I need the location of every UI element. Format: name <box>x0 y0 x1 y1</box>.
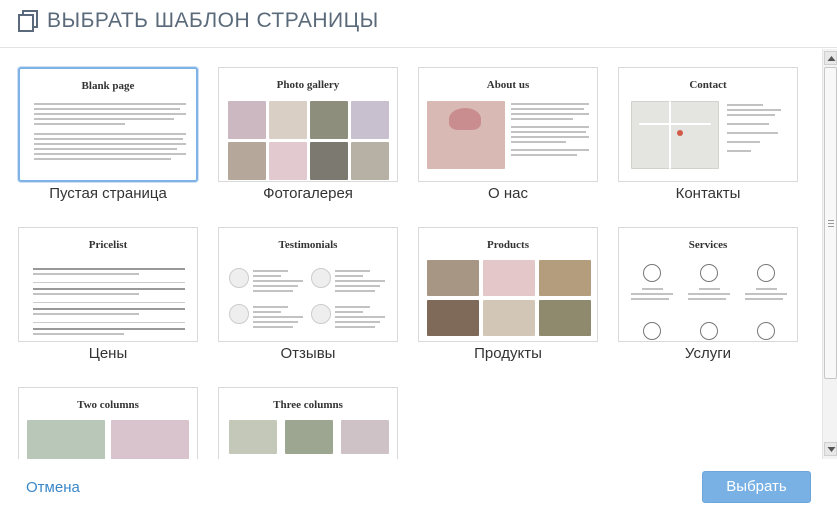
template-services[interactable]: Services Услуги <box>618 227 798 362</box>
photo-placeholder <box>341 420 389 454</box>
photo-placeholder <box>285 420 333 454</box>
template-grid: Blank page Пустая страница Photo gallery… <box>0 49 822 459</box>
photo-placeholder <box>228 142 266 180</box>
template-three-columns[interactable]: Three columns <box>218 387 398 459</box>
scrollbar-thumb[interactable] <box>824 67 837 379</box>
template-two-columns[interactable]: Two columns <box>18 387 198 459</box>
dialog-footer: Отмена Выбрать <box>0 459 837 519</box>
photo-placeholder <box>427 300 479 336</box>
template-contact[interactable]: Contact Контакты <box>618 67 798 202</box>
thumbnail-title: Photo gallery <box>276 79 340 91</box>
photo-placeholder <box>483 300 535 336</box>
template-label[interactable]: О нас <box>408 185 608 202</box>
photo-placeholder <box>27 420 105 459</box>
template-label[interactable]: Услуги <box>608 345 808 362</box>
template-thumbnail[interactable]: Two columns <box>18 387 198 459</box>
photo-placeholder <box>269 101 307 139</box>
template-thumbnail[interactable]: Products <box>418 227 598 342</box>
vertical-scrollbar[interactable] <box>822 49 837 459</box>
thumbnail-title: Testimonials <box>278 239 338 251</box>
photo-placeholder <box>351 101 389 139</box>
thumbnail-title: Pricelist <box>88 239 128 251</box>
template-about-us[interactable]: About us О нас <box>418 67 598 202</box>
photo-placeholder <box>310 142 348 180</box>
template-testimonials[interactable]: Testimonials Отзывы <box>218 227 398 362</box>
text-placeholder <box>511 103 589 159</box>
service-icon <box>700 264 718 282</box>
template-thumbnail[interactable]: Testimonials <box>218 227 398 342</box>
thumbnail-title: Two columns <box>77 399 139 411</box>
photo-placeholder <box>483 260 535 296</box>
map-pin-icon <box>677 130 683 136</box>
template-thumbnail[interactable]: Pricelist <box>18 227 198 342</box>
photo-placeholder <box>310 101 348 139</box>
dialog-header: ВЫБРАТЬ ШАБЛОН СТРАНИЦЫ <box>0 0 837 48</box>
photo-placeholder <box>449 108 481 130</box>
select-button[interactable]: Выбрать <box>702 471 811 503</box>
thumbnail-title: Three columns <box>273 399 343 411</box>
thumbnail-title: Blank page <box>81 80 135 92</box>
template-label[interactable]: Цены <box>8 345 208 362</box>
avatar <box>229 304 249 324</box>
template-label[interactable]: Продукты <box>408 345 608 362</box>
cancel-link[interactable]: Отмена <box>26 479 80 496</box>
photo-placeholder <box>427 260 479 296</box>
scroll-up-button[interactable] <box>824 51 837 65</box>
avatar <box>311 304 331 324</box>
template-pricelist[interactable]: Pricelist Цены <box>18 227 198 362</box>
template-photo-gallery[interactable]: Photo gallery Фотогалерея <box>218 67 398 202</box>
price-list-placeholder <box>33 268 185 338</box>
text-placeholder <box>34 103 186 163</box>
thumbnail-title: Products <box>487 239 529 251</box>
template-thumbnail[interactable]: Blank page <box>18 67 198 182</box>
service-icon <box>700 322 718 340</box>
arrow-down-icon <box>827 447 836 452</box>
photo-placeholder <box>269 142 307 180</box>
template-thumbnail[interactable]: About us <box>418 67 598 182</box>
thumbnail-title: Contact <box>689 79 727 91</box>
template-thumbnail[interactable]: Photo gallery <box>218 67 398 182</box>
photo-placeholder <box>539 300 591 336</box>
template-thumbnail[interactable]: Services <box>618 227 798 342</box>
service-icon <box>757 264 775 282</box>
photo-placeholder <box>539 260 591 296</box>
scroll-down-button[interactable] <box>824 442 837 456</box>
dialog-title: ВЫБРАТЬ ШАБЛОН СТРАНИЦЫ <box>47 9 379 32</box>
thumbnail-title: About us <box>486 79 530 91</box>
template-label[interactable]: Контакты <box>608 185 808 202</box>
template-thumbnail[interactable]: Three columns <box>218 387 398 459</box>
template-label[interactable]: Фотогалерея <box>208 185 408 202</box>
map-placeholder <box>631 101 719 169</box>
arrow-up-icon <box>827 56 836 61</box>
template-label[interactable]: Пустая страница <box>8 185 208 202</box>
thumbnail-title: Services <box>688 239 728 251</box>
photo-placeholder <box>228 101 266 139</box>
template-thumbnail[interactable]: Contact <box>618 67 798 182</box>
avatar <box>229 268 249 288</box>
avatar <box>311 268 331 288</box>
pages-icon <box>18 10 38 32</box>
text-placeholder <box>727 104 787 155</box>
template-products[interactable]: Products Продукты <box>418 227 598 362</box>
service-icon <box>757 322 775 340</box>
photo-placeholder <box>351 142 389 180</box>
template-blank-page[interactable]: Blank page Пустая страница <box>18 67 198 202</box>
photo-placeholder <box>229 420 277 454</box>
template-label[interactable]: Отзывы <box>208 345 408 362</box>
service-icon <box>643 264 661 282</box>
photo-placeholder <box>111 420 189 459</box>
service-icon <box>643 322 661 340</box>
